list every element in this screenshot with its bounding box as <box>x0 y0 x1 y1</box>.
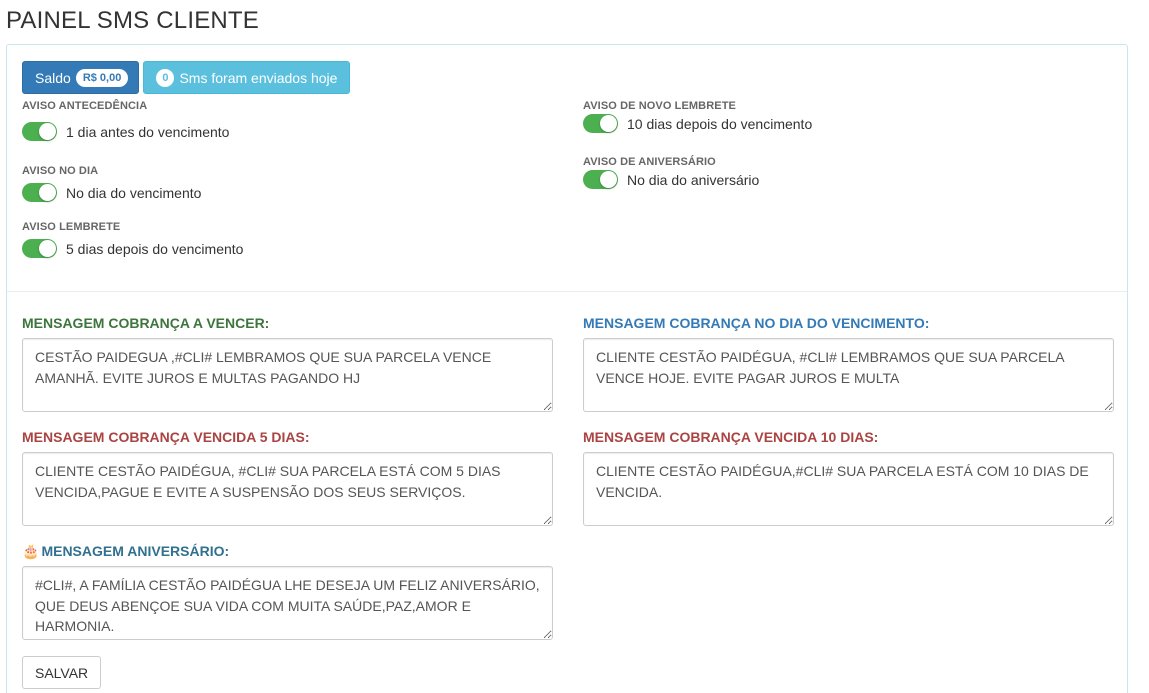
sms-sent-today-button[interactable]: 0 Sms foram enviados hoje <box>143 61 351 94</box>
toggle-aviso-lembrete: AVISO LEMBRETE 5 dias depois do vencimen… <box>22 221 243 258</box>
message-cobranca-vencida-10: MENSAGEM COBRANÇA VENCIDA 10 DIAS: CLIEN… <box>583 429 1114 531</box>
sms-settings-panel: Saldo R$ 0,00 0 Sms foram enviados hoje … <box>6 44 1128 693</box>
message-textarea[interactable]: CESTÃO PAIDEGUA ,#CLI# LEMBRAMOS QUE SUA… <box>22 338 553 412</box>
saldo-label: Saldo <box>35 69 71 86</box>
toggle-label: AVISO LEMBRETE <box>22 221 121 233</box>
save-button[interactable]: SALVAR <box>22 656 102 689</box>
toggle-switch[interactable] <box>22 122 57 141</box>
message-cobranca-no-dia: MENSAGEM COBRANÇA NO DIA DO VENCIMENTO: … <box>583 315 1114 417</box>
message-textarea[interactable]: CLIENTE CESTÃO PAIDÉGUA, #CLI# SUA PARCE… <box>22 452 553 526</box>
sms-sent-label: Sms foram enviados hoje <box>179 69 338 86</box>
toggle-switch[interactable] <box>22 239 57 258</box>
message-aniversario: 🎂 MENSAGEM ANIVERSÁRIO: #CLI#, A FAMÍLIA … <box>22 543 553 645</box>
page-title: PAINEL SMS CLIENTE <box>6 7 259 34</box>
toggle-text: 5 dias depois do vencimento <box>66 240 244 257</box>
toggle-knob <box>39 123 56 140</box>
message-label-wrapper: 🎂 MENSAGEM ANIVERSÁRIO: <box>22 543 553 560</box>
message-textarea[interactable]: CLIENTE CESTÃO PAIDÉGUA,#CLI# SUA PARCEL… <box>583 452 1114 526</box>
toggle-knob <box>600 115 617 132</box>
toggle-text: No dia do aniversário <box>627 171 760 188</box>
section-divider <box>7 291 1127 292</box>
message-label: MENSAGEM COBRANÇA NO DIA DO VENCIMENTO: <box>583 315 930 331</box>
birthday-cake-icon: 🎂 <box>22 543 40 559</box>
toggle-label: AVISO NO DIA <box>22 165 99 177</box>
toggle-switch[interactable] <box>583 170 618 189</box>
toggle-label: AVISO DE ANIVERSÁRIO <box>583 156 716 168</box>
toggle-label: AVISO ANTECEDÊNCIA <box>22 100 148 112</box>
message-label: MENSAGEM ANIVERSÁRIO: <box>41 543 230 559</box>
toggle-label: AVISO DE NOVO LEMBRETE <box>583 100 736 112</box>
message-cobranca-vencida-5: MENSAGEM COBRANÇA VENCIDA 5 DIAS: CLIENT… <box>22 429 553 531</box>
message-label: MENSAGEM COBRANÇA A VENCER: <box>22 315 270 331</box>
message-label: MENSAGEM COBRANÇA VENCIDA 10 DIAS: <box>583 429 879 445</box>
toggle-knob <box>39 184 56 201</box>
toggle-text: No dia do vencimento <box>66 184 202 201</box>
message-cobranca-a-vencer: MENSAGEM COBRANÇA A VENCER: CESTÃO PAIDE… <box>22 315 553 417</box>
toggle-knob <box>600 171 617 188</box>
toggle-aviso-novo-lembrete: AVISO DE NOVO LEMBRETE 10 dias depois do… <box>583 100 812 133</box>
toggle-knob <box>39 240 56 257</box>
toggle-text: 1 dia antes do vencimento <box>66 123 230 140</box>
toggle-aviso-no-dia: AVISO NO DIA No dia do vencimento <box>22 165 201 202</box>
toggle-switch[interactable] <box>22 183 57 202</box>
message-textarea[interactable]: CLIENTE CESTÃO PAIDÉGUA, #CLI# LEMBRAMOS… <box>583 338 1114 412</box>
toggle-switch[interactable] <box>583 114 618 133</box>
saldo-button[interactable]: Saldo R$ 0,00 <box>22 61 140 94</box>
message-label: MENSAGEM COBRANÇA VENCIDA 5 DIAS: <box>22 429 310 445</box>
toggle-aviso-antecedencia: AVISO ANTECEDÊNCIA 1 dia antes do vencim… <box>22 100 229 141</box>
message-textarea[interactable]: #CLI#, A FAMÍLIA CESTÃO PAIDÉGUA LHE DES… <box>22 566 553 640</box>
toggle-text: 10 dias depois do vencimento <box>627 115 813 132</box>
top-button-bar: Saldo R$ 0,00 0 Sms foram enviados hoje <box>22 61 351 94</box>
toggle-aviso-aniversario: AVISO DE ANIVERSÁRIO No dia do aniversár… <box>583 156 759 189</box>
sms-count-badge: 0 <box>156 68 175 87</box>
saldo-badge: R$ 0,00 <box>75 68 129 87</box>
